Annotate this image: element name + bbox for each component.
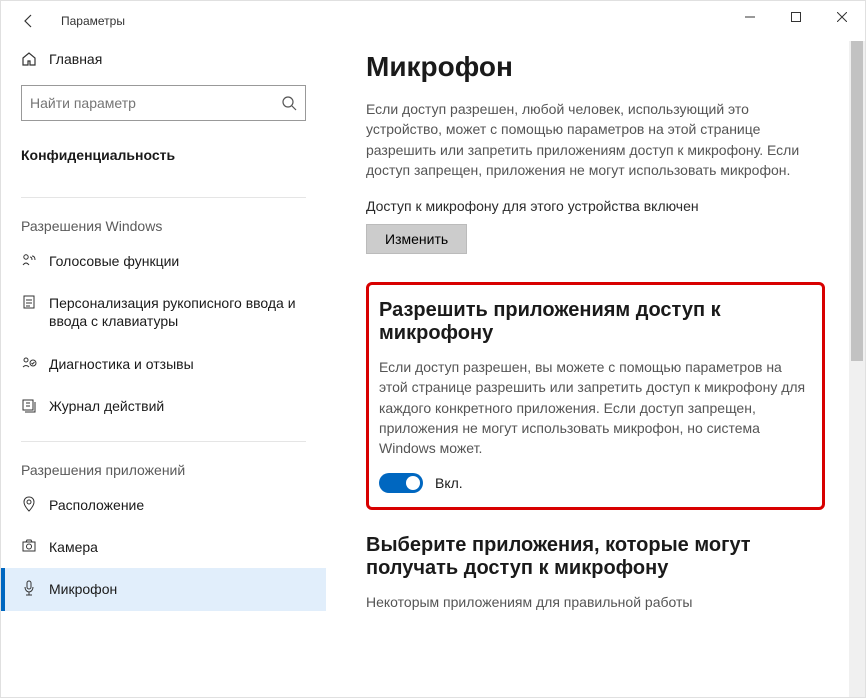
section-windows-permissions: Разрешения Windows — [1, 204, 326, 240]
choose-apps-desc: Некоторым приложениям для правильной раб… — [366, 592, 825, 612]
back-button[interactable] — [13, 5, 45, 37]
sidebar-item-camera[interactable]: Камера — [1, 526, 326, 568]
allow-heading: Разрешить приложениям доступ к микрофону — [379, 299, 808, 345]
choose-apps-heading: Выберите приложения, которые могут получ… — [366, 534, 825, 580]
home-label: Главная — [49, 51, 102, 67]
divider — [21, 197, 306, 198]
search-icon — [281, 95, 297, 111]
sidebar-item-inking[interactable]: Персонализация рукописного ввода и ввода… — [1, 282, 326, 342]
toggle-knob — [406, 476, 420, 490]
sidebar-item-label: Голосовые функции — [49, 252, 179, 270]
microphone-icon — [21, 580, 37, 596]
location-icon — [21, 496, 37, 512]
close-button[interactable] — [819, 1, 865, 33]
sidebar-item-voice[interactable]: Голосовые функции — [1, 240, 326, 282]
allow-desc: Если доступ разрешен, вы можете с помощь… — [379, 357, 808, 458]
change-button[interactable]: Изменить — [366, 224, 467, 254]
window-title: Параметры — [61, 14, 125, 28]
category-title: Конфиденциальность — [1, 137, 326, 183]
divider — [21, 441, 306, 442]
allow-toggle-row: Вкл. — [379, 473, 808, 493]
sidebar-item-label: Журнал действий — [49, 397, 164, 415]
allow-apps-toggle[interactable] — [379, 473, 423, 493]
home-link[interactable]: Главная — [1, 41, 326, 77]
page-heading: Микрофон — [366, 51, 825, 83]
main-content: Микрофон Если доступ разрешен, любой чел… — [346, 41, 865, 697]
scrollbar[interactable] — [849, 41, 865, 697]
sidebar-item-label: Камера — [49, 538, 98, 556]
window-controls — [727, 1, 865, 33]
close-icon — [837, 12, 847, 22]
sidebar-item-microphone[interactable]: Микрофон — [1, 568, 326, 610]
search-box[interactable] — [21, 85, 306, 121]
toggle-state-label: Вкл. — [435, 475, 463, 491]
intro-text: Если доступ разрешен, любой человек, исп… — [366, 99, 825, 180]
minimize-icon — [745, 12, 755, 22]
sidebar: Главная Конфиденциальность Разрешения Wi… — [1, 41, 346, 697]
voice-icon — [21, 252, 37, 268]
camera-icon — [21, 538, 37, 554]
minimize-button[interactable] — [727, 1, 773, 33]
home-icon — [21, 51, 37, 67]
sidebar-item-label: Диагностика и отзывы — [49, 355, 194, 373]
maximize-button[interactable] — [773, 1, 819, 33]
clipboard-icon — [21, 294, 37, 310]
feedback-icon — [21, 355, 37, 371]
sidebar-item-diagnostics[interactable]: Диагностика и отзывы — [1, 343, 326, 385]
section-app-permissions: Разрешения приложений — [1, 448, 326, 484]
search-input[interactable] — [30, 95, 281, 111]
sidebar-item-location[interactable]: Расположение — [1, 484, 326, 526]
device-status-text: Доступ к микрофону для этого устройства … — [366, 198, 825, 214]
sidebar-item-activity[interactable]: Журнал действий — [1, 385, 326, 427]
history-icon — [21, 397, 37, 413]
arrow-left-icon — [21, 13, 37, 29]
allow-apps-section: Разрешить приложениям доступ к микрофону… — [366, 282, 825, 509]
maximize-icon — [791, 12, 801, 22]
sidebar-item-label: Расположение — [49, 496, 144, 514]
titlebar: Параметры — [1, 1, 865, 41]
sidebar-item-label: Персонализация рукописного ввода и ввода… — [49, 294, 310, 330]
scrollbar-thumb[interactable] — [851, 41, 863, 361]
sidebar-item-label: Микрофон — [49, 580, 117, 598]
